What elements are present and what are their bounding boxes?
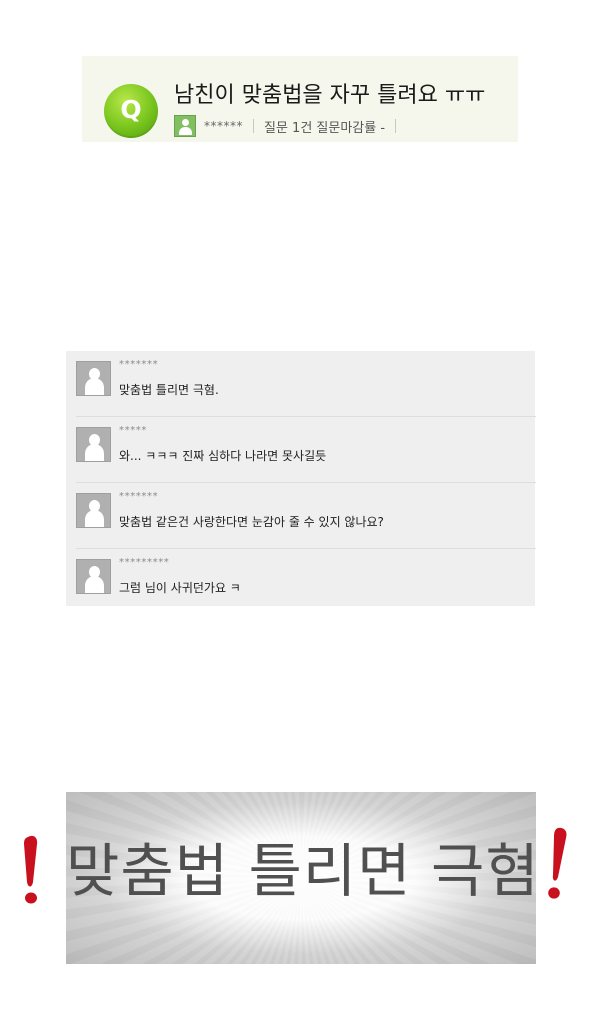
question-title[interactable]: 남친이 맞춤법을 자꾸 틀려요 ㅠㅠ: [174, 82, 485, 110]
comment-user[interactable]: *********: [119, 557, 169, 568]
comment-user[interactable]: *****: [119, 425, 147, 436]
question-card: Q 남친이 맞춤법을 자꾸 틀려요 ㅠㅠ ****** 질문 1건 질문마감률 …: [82, 56, 518, 142]
question-badge: Q: [104, 84, 158, 138]
question-badge-label: Q: [120, 95, 142, 124]
meta-divider: [395, 119, 397, 133]
exclamation-icon: [548, 827, 567, 899]
comment-item: ******* 맞춤법 틀리면 극혐.: [76, 351, 536, 417]
comment-text: 와... ㅋㅋㅋ 진짜 심하다 나라면 못사길듯: [119, 449, 327, 463]
comment-text: 맞춤법 틀리면 극혐.: [119, 383, 219, 397]
emphasis-text: 맞춤법 틀리면 극혐.: [66, 837, 536, 905]
user-avatar-icon: [76, 493, 111, 528]
user-avatar-icon: [76, 559, 111, 594]
comment-item: ******* 맞춤법 같은건 사랑한다면 눈감아 줄 수 있지 않나요?: [76, 483, 536, 549]
question-user[interactable]: ******: [204, 119, 243, 133]
comment-item: ********* 그럼 님이 사귀던가요 ㅋ: [76, 549, 536, 615]
comment-item: ***** 와... ㅋㅋㅋ 진짜 심하다 나라면 못사길듯: [76, 417, 536, 483]
user-avatar-icon: [76, 361, 111, 396]
comment-text: 맞춤법 같은건 사랑한다면 눈감아 줄 수 있지 않나요?: [119, 515, 384, 529]
emphasis-panel: 맞춤법 틀리면 극혐.: [66, 792, 536, 964]
comment-text: 그럼 님이 사귀던가요 ㅋ: [119, 581, 241, 595]
comment-list: ******* 맞춤법 틀리면 극혐. ***** 와... ㅋㅋㅋ 진짜 심하…: [66, 351, 536, 606]
meta-divider: [253, 119, 254, 133]
question-stats: 질문 1건 질문마감률 -: [264, 120, 386, 136]
user-avatar-icon: [76, 427, 111, 462]
question-meta: ****** 질문 1건 질문마감률 -: [174, 115, 397, 137]
exclamation-icon: [24, 835, 38, 904]
comment-user[interactable]: *******: [119, 491, 158, 502]
user-avatar-icon: [174, 115, 196, 137]
comment-user[interactable]: *******: [119, 359, 158, 370]
